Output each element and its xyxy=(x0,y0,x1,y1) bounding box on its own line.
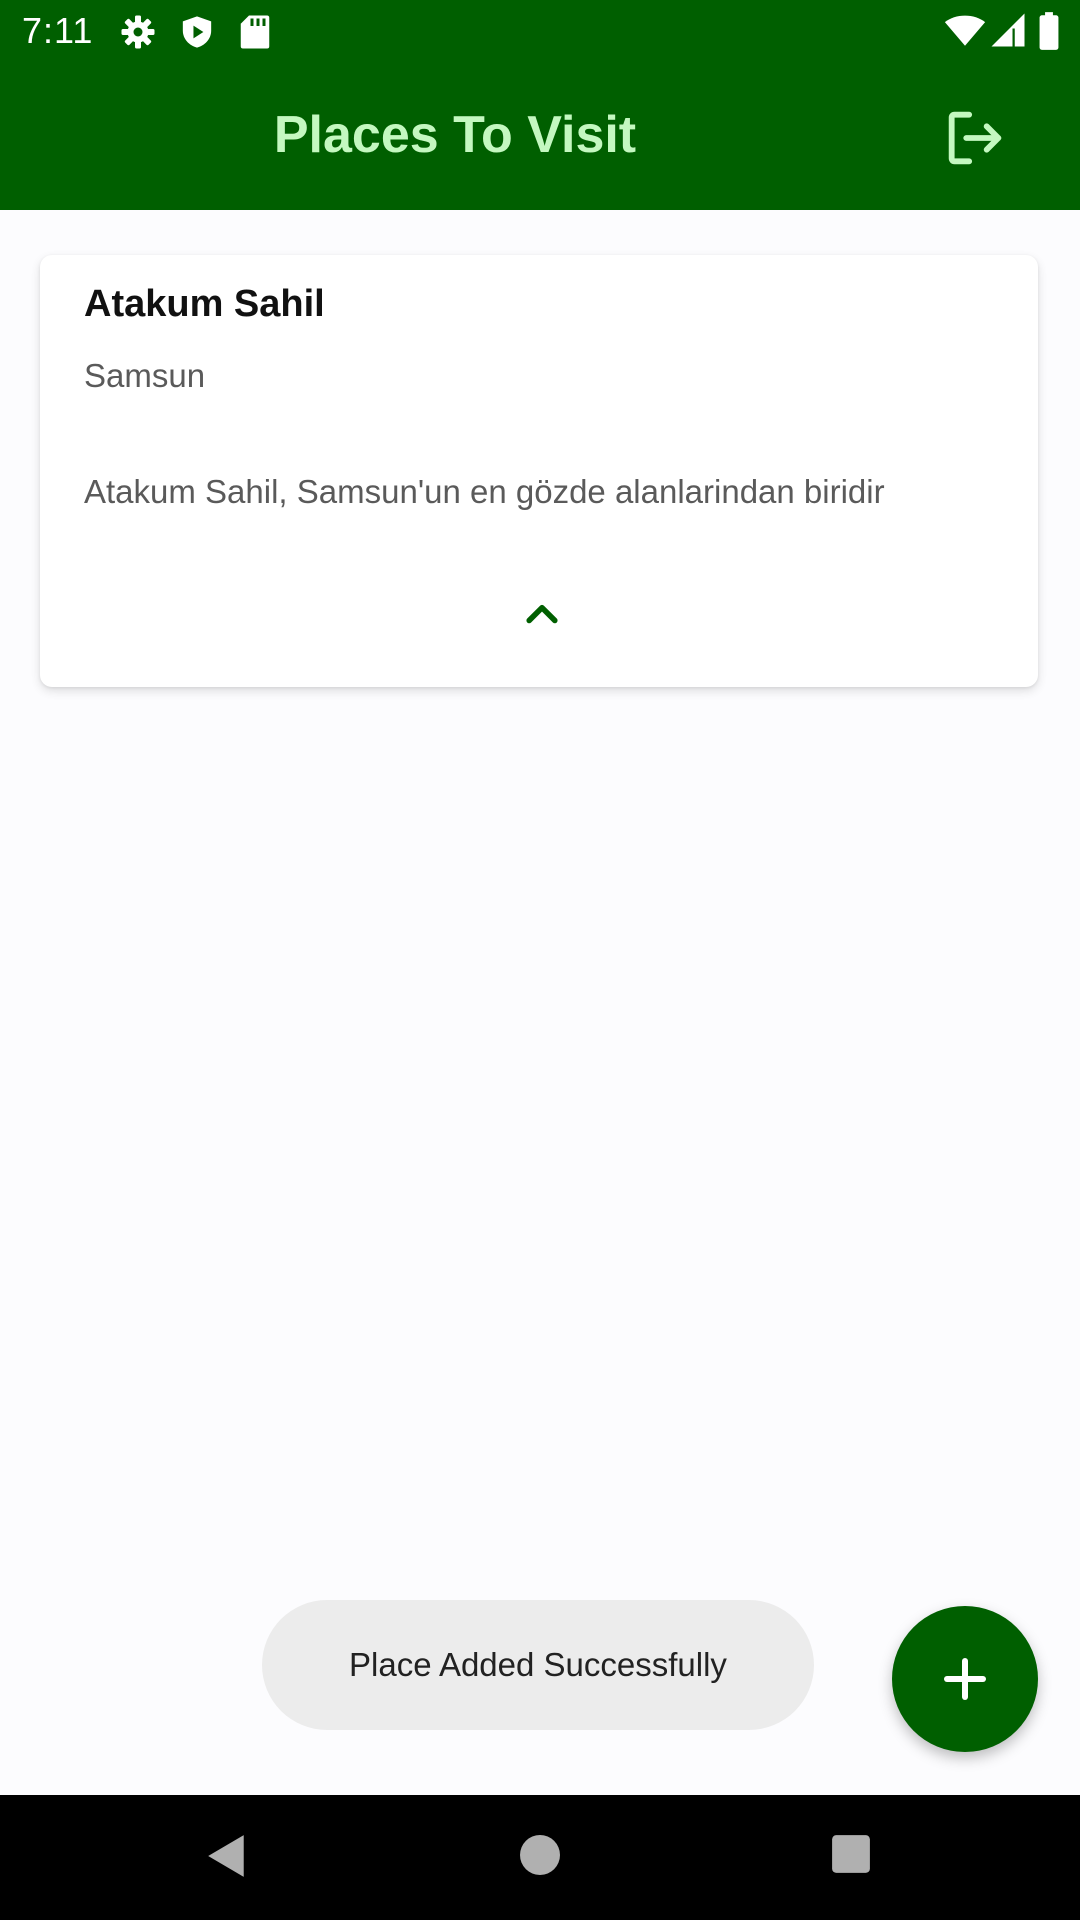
page-title: Places To Visit xyxy=(273,106,637,164)
add-place-button[interactable] xyxy=(892,1606,1038,1752)
toast-message: Place Added Successfully xyxy=(262,1600,814,1730)
wifi-icon xyxy=(944,12,986,53)
plus-icon xyxy=(941,1655,989,1708)
place-city: Samsun xyxy=(84,357,206,394)
signal-icon xyxy=(990,12,1026,53)
place-card[interactable]: Atakum Sahil Samsun Atakum Sahil, Samsun… xyxy=(40,255,1038,687)
place-description: Atakum Sahil, Samsun'un en gözde alanlar… xyxy=(84,473,885,510)
battery-icon xyxy=(1038,12,1060,55)
home-icon[interactable] xyxy=(518,1833,562,1882)
back-icon[interactable] xyxy=(206,1833,248,1884)
recents-icon[interactable] xyxy=(830,1833,872,1880)
place-name: Atakum Sahil xyxy=(84,283,325,325)
logout-icon xyxy=(940,111,1010,177)
gear-icon xyxy=(120,14,156,55)
status-bar: 7:11 xyxy=(0,0,1080,63)
chevron-up-icon xyxy=(520,604,564,641)
play-shield-icon xyxy=(180,14,214,55)
sd-card-icon xyxy=(240,14,270,55)
collapse-button[interactable] xyxy=(520,593,564,637)
status-time: 7:11 xyxy=(22,10,94,51)
app-bar: Places To Visit xyxy=(0,63,1080,210)
navigation-bar xyxy=(0,1795,1080,1920)
logout-button[interactable] xyxy=(940,103,1010,173)
